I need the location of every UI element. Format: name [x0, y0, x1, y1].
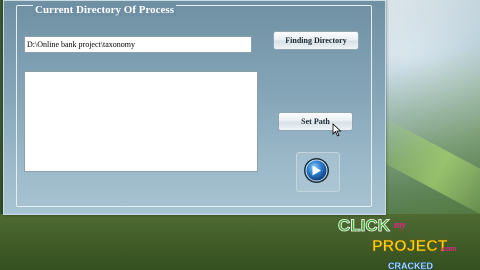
finding-directory-button[interactable]: Finding Directory: [273, 31, 359, 50]
logo-line1-small: my: [394, 220, 407, 231]
logo-line2-small: .com: [440, 246, 456, 253]
output-textarea[interactable]: [24, 71, 258, 172]
clickmyproject-logo: CLICK my PROJECT .com CRACKED: [338, 216, 457, 270]
group-title: Current Directory Of Process: [33, 4, 176, 16]
logo-line3: CRACKED: [388, 261, 434, 270]
path-input[interactable]: D:\Online bank project\taxonomy: [24, 36, 252, 53]
logo-line1: CLICK: [338, 216, 391, 235]
logo-line2: PROJECT: [372, 238, 448, 255]
mouse-pointer-icon: [332, 123, 342, 137]
arrow-right-icon[interactable]: [303, 157, 330, 184]
